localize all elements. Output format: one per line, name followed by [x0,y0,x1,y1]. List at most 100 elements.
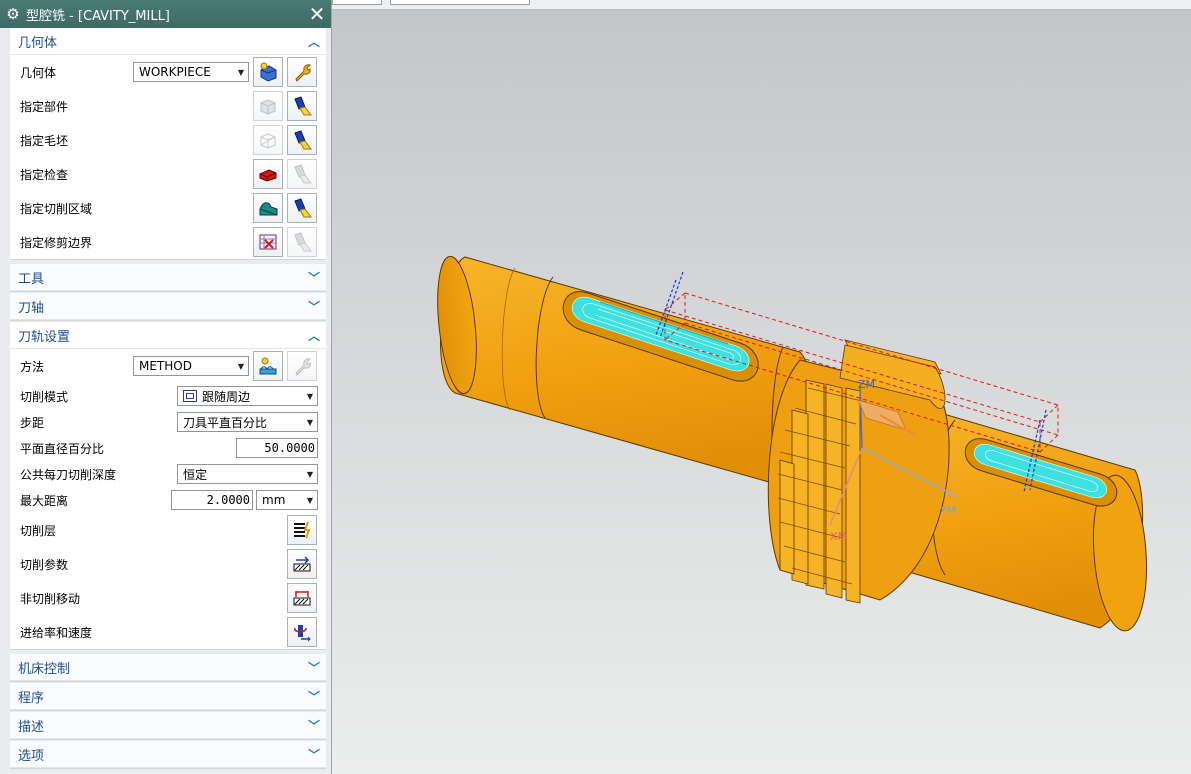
dropdown-arrow-icon: ▼ [306,495,313,505]
cut-pattern-select[interactable]: 跟随周边 ▼ [177,386,318,406]
display-blank-button[interactable] [287,125,317,155]
chevron-down-icon: ﹀ [307,299,320,314]
new-geometry-button[interactable] [253,57,283,87]
cut-levels-button[interactable] [287,515,317,545]
options-group: 选项 ﹀ [10,741,326,769]
depth-per-cut-label: 公共每刀切削深度 [20,467,117,482]
flashlight-icon [294,232,312,252]
description-group-header[interactable]: 描述 ﹀ [10,712,326,739]
cut-pattern-label: 切削模式 [20,389,69,404]
new-method-button[interactable] [253,351,283,381]
axis-label-ym: YM [939,504,956,517]
axis-label-zm: ZM [858,378,875,391]
cut-params-row: 切削参数 [10,547,326,581]
select-trim-boundary-button[interactable] [253,227,283,257]
depth-per-cut-select[interactable]: 恒定 ▼ [177,464,318,484]
description-group: 描述 ﹀ [10,712,326,740]
tool-axis-group-header[interactable]: 刀轴 ﹀ [10,293,326,320]
flat-diameter-pct-input[interactable]: 50.0000 [236,438,318,458]
non-cutting-moves-button[interactable] [287,583,317,613]
display-trim-button[interactable] [287,227,317,257]
path-settings-group-header[interactable]: 刀轨设置 ︿ [10,322,326,349]
group-title: 机床控制 [18,661,71,677]
display-cut-area-button[interactable] [287,193,317,223]
follow-periphery-icon [183,389,197,402]
tool-group: 工具 ﹀ [10,264,326,292]
cut-params-label: 切削参数 [20,557,69,572]
stepover-label: 步距 [20,415,45,430]
method-select[interactable]: METHOD ▼ [133,356,249,376]
edit-method-button[interactable] [287,351,317,381]
edit-geometry-button[interactable] [287,57,317,87]
specify-cut-area-label: 指定切削区域 [20,201,93,216]
chevron-down-icon: ﹀ [307,689,320,704]
dropdown-arrow-icon: ▼ [306,469,313,479]
select-check-button[interactable] [253,159,283,189]
select-part-button[interactable] [253,91,283,121]
feeds-speeds-button[interactable] [287,617,317,647]
group-title: 刀轴 [18,300,45,316]
dropdown-arrow-icon: ▼ [306,391,313,401]
chevron-down-icon: ﹀ [307,270,320,285]
stepover-row: 步距 刀具平直百分比 ▼ [10,409,326,435]
geometry-row: 几何体 WORKPIECE ▼ [10,55,326,89]
group-title: 刀轨设置 [18,329,71,345]
geometry-group: 几何体 ︿ 几何体 WORKPIECE ▼ 指定部件 指定毛坯 指定检查 指定切… [10,28,326,260]
cut-pattern-row: 切削模式 跟随周边 ▼ [10,383,326,409]
flat-diameter-pct-row: 平面直径百分比 50.0000 [10,435,326,461]
feeds-speeds-icon [294,625,311,642]
chevron-down-icon: ﹀ [307,660,320,675]
group-title: 描述 [18,719,45,735]
max-distance-row: 最大距离 2.0000 mm ▼ [10,487,326,513]
max-distance-unit-select[interactable]: mm ▼ [256,490,318,510]
dialog-titlebar[interactable]: ⚙ 型腔铣 - [CAVITY_MILL] ✕ [0,0,331,28]
options-group-header[interactable]: 选项 ﹀ [10,741,326,768]
geometry-select[interactable]: WORKPIECE ▼ [133,62,249,82]
cut-params-icon [293,556,311,572]
chevron-down-icon: ﹀ [307,747,320,762]
non-cutting-moves-label: 非切削移动 [20,591,81,606]
tool-group-header[interactable]: 工具 ﹀ [10,264,326,291]
geometry-group-header[interactable]: 几何体 ︿ [10,28,326,55]
group-title: 选项 [18,748,45,764]
select-cut-area-button[interactable] [253,193,283,223]
group-title: 工具 [18,271,45,287]
depth-per-cut-select-value: 恒定 [183,467,208,482]
program-group-header[interactable]: 程序 ﹀ [10,683,326,710]
axis-label-xm: XM [830,530,847,543]
specify-part-row: 指定部件 [10,89,326,123]
method-row: 方法 METHOD ▼ [10,349,326,383]
geometry-label: 几何体 [20,65,57,80]
unit-select-value: mm [262,493,286,507]
cut-pattern-value-wrap: 跟随周边 [183,388,250,405]
dialog-title: 型腔铣 - [CAVITY_MILL] [26,8,170,24]
non-cutting-moves-icon [293,591,311,606]
machine-control-group-header[interactable]: 机床控制 ﹀ [10,654,326,681]
cavity-mill-dialog: ⚙ 型腔铣 - [CAVITY_MILL] ✕ 几何体 ︿ 几何体 WORKPI… [0,0,332,774]
feeds-speeds-label: 进给率和速度 [20,625,93,640]
max-distance-input[interactable]: 2.0000 [171,490,253,510]
close-icon[interactable]: ✕ [303,2,331,26]
flashlight-icon [294,130,312,150]
geometry-select-value: WORKPIECE [139,65,211,79]
specify-trim-row: 指定修剪边界 [10,225,326,259]
specify-check-row: 指定检查 [10,157,326,191]
dropdown-arrow-icon: ▼ [237,67,244,77]
cut-params-button[interactable] [287,549,317,579]
specify-part-label: 指定部件 [20,99,69,114]
stepover-select[interactable]: 刀具平直百分比 ▼ [177,412,318,432]
display-part-button[interactable] [287,91,317,121]
new-geometry-icon [260,62,277,82]
select-blank-button[interactable] [253,125,283,155]
feeds-speeds-row: 进给率和速度 [10,615,326,649]
gear-icon[interactable]: ⚙ [0,5,26,23]
machine-control-group: 机床控制 ﹀ [10,654,326,682]
max-distance-label: 最大距离 [20,493,69,508]
flat-diameter-pct-label: 平面直径百分比 [20,441,105,456]
check-body-icon [259,169,277,182]
flashlight-icon [294,96,312,116]
display-check-button[interactable] [287,159,317,189]
depth-per-cut-row: 公共每刀切削深度 恒定 ▼ [10,461,326,487]
program-group: 程序 ﹀ [10,683,326,711]
wrench-icon [295,64,311,82]
